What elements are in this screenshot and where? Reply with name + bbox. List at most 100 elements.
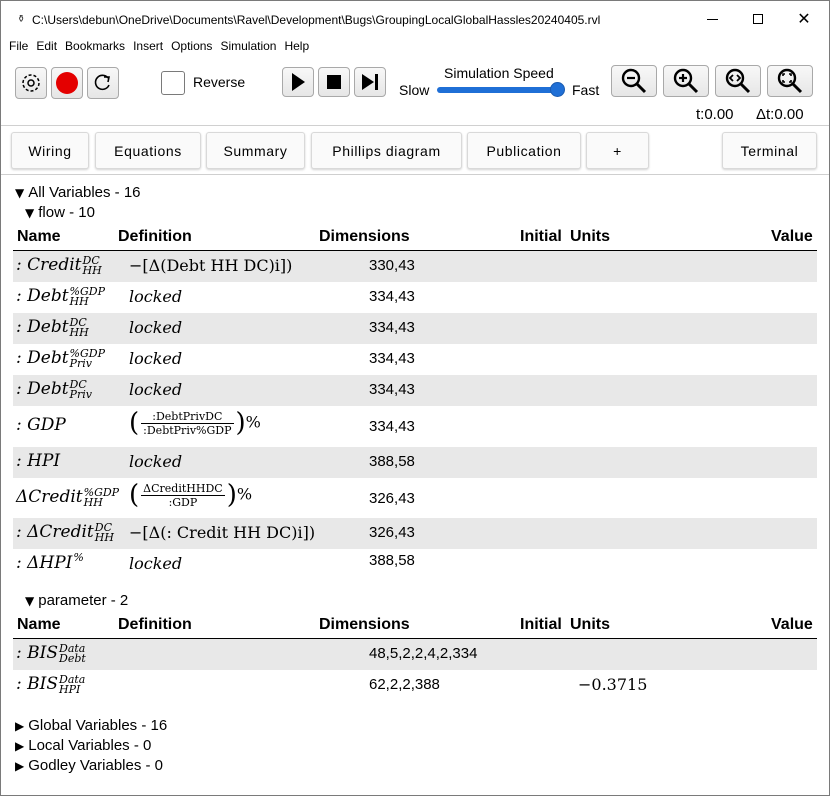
variable-name: : BIS Data HPI <box>16 672 86 696</box>
play-icon <box>292 73 305 91</box>
variable-dimensions: 326,43 <box>369 524 415 541</box>
tab-add[interactable]: + <box>586 132 649 169</box>
column-dimensions: Dimensions <box>319 616 410 633</box>
column-value: Value <box>771 228 813 245</box>
tree-all-variables[interactable]: ▼ All Variables - 16 <box>15 184 141 201</box>
zoom-in-button[interactable] <box>663 65 709 97</box>
tree-global-variables-label: Global Variables - 16 <box>28 717 168 734</box>
close-button[interactable]: ✕ <box>781 1 827 37</box>
zoom-reset-button[interactable] <box>715 65 761 97</box>
table-row[interactable]: : Debt %GDP HH locked 334,43 <box>13 282 817 313</box>
variable-definition: −[Δ(: Credit HH DC)i]) <box>129 523 316 542</box>
menu-simulation[interactable]: Simulation <box>220 37 276 55</box>
time-step-display: Δt:0.00 <box>756 106 804 123</box>
tab-terminal[interactable]: Terminal <box>722 132 817 169</box>
app-logo-icon: ⚱ <box>17 14 26 25</box>
tab-wiring[interactable]: Wiring <box>11 132 89 169</box>
minimize-button[interactable] <box>689 1 735 37</box>
tab-bar-divider <box>1 174 829 175</box>
tree-parameter[interactable]: ▼ parameter - 2 <box>25 592 128 609</box>
variable-definition: locked <box>129 318 183 337</box>
menu-file[interactable]: File <box>9 37 28 55</box>
title-bar: ⚱ C:\Users\debun\OneDrive\Documents\Rave… <box>1 1 829 37</box>
variable-name: : Debt DC HH <box>16 315 89 339</box>
stop-button[interactable] <box>318 67 350 97</box>
table-row[interactable]: : BIS Data Debt 48,5,2,2,4,2,334 <box>13 639 817 670</box>
menu-help[interactable]: Help <box>284 37 309 55</box>
table-row[interactable]: : Debt %GDP Priv locked 334,43 <box>13 344 817 375</box>
recentre-button[interactable] <box>15 67 47 99</box>
variable-definition: locked <box>129 380 183 399</box>
table-row[interactable]: : Credit DC HH −[Δ(Debt HH DC)i]) 330,43 <box>13 251 817 282</box>
step-button[interactable] <box>354 67 386 97</box>
speed-slider-handle[interactable] <box>550 82 565 97</box>
table-row[interactable]: : HPI locked 388,58 <box>13 447 817 478</box>
variable-name: : ΔHPI% <box>16 551 84 573</box>
table-row[interactable]: : Debt DC HH locked 334,43 <box>13 313 817 344</box>
reverse-checkbox[interactable] <box>161 71 185 95</box>
column-definition: Definition <box>118 616 192 633</box>
tree-parameter-label: parameter - 2 <box>38 592 129 609</box>
zoom-in-icon <box>673 68 699 94</box>
column-initial: Initial <box>520 228 562 245</box>
column-name: Name <box>17 616 61 633</box>
variable-name: : Debt %GDP Priv <box>16 346 106 370</box>
tab-summary[interactable]: Summary <box>206 132 305 169</box>
table-row[interactable]: : GDP (:DebtPrivDC:DebtPriv%GDP)% 334,43 <box>13 406 817 446</box>
window-title: C:\Users\debun\OneDrive\Documents\Ravel\… <box>32 13 601 27</box>
variable-dimensions: 62,2,2,388 <box>369 676 440 693</box>
minimize-icon <box>706 18 718 20</box>
menu-options[interactable]: Options <box>171 37 212 55</box>
variable-value: −0.3715 <box>578 675 648 694</box>
table-row[interactable]: : Debt DC Priv locked 334,43 <box>13 375 817 406</box>
fast-label: Fast <box>572 82 600 98</box>
tab-phillips-diagram[interactable]: Phillips diagram <box>311 132 462 169</box>
maximize-button[interactable] <box>735 1 781 37</box>
tree-global-variables[interactable]: ▶ Global Variables - 16 <box>15 717 167 734</box>
tab-equations[interactable]: Equations <box>95 132 201 169</box>
slow-label: Slow <box>399 82 430 98</box>
menu-insert[interactable]: Insert <box>133 37 163 55</box>
variable-name: : Credit DC HH <box>16 253 102 277</box>
tree-local-variables[interactable]: ▶ Local Variables - 0 <box>15 737 151 754</box>
column-value: Value <box>771 616 813 633</box>
close-icon: ✕ <box>797 9 811 28</box>
zoom-fit-button[interactable] <box>767 65 813 97</box>
variable-definition: (ΔCreditHHDC:GDP)% <box>129 480 253 510</box>
expanded-triangle-icon: ▼ <box>25 594 35 608</box>
column-definition: Definition <box>118 228 192 245</box>
zoom-reset-icon <box>725 68 751 94</box>
variable-definition: −[Δ(Debt HH DC)i]) <box>129 256 293 275</box>
column-initial: Initial <box>520 616 562 633</box>
expanded-triangle-icon: ▼ <box>25 206 35 220</box>
step-icon <box>362 74 378 90</box>
tree-flow[interactable]: ▼ flow - 10 <box>25 204 95 221</box>
variable-name: : Debt %GDP HH <box>16 284 106 308</box>
table-row[interactable]: : ΔCredit DC HH −[Δ(: Credit HH DC)i]) 326… <box>13 518 817 549</box>
table-row[interactable]: ΔCredit %GDP HH (ΔCreditHHDC:GDP)% 326,43 <box>13 478 817 518</box>
table-row[interactable]: : ΔHPI% locked 388,58 <box>13 549 817 580</box>
expanded-triangle-icon: ▼ <box>15 186 25 200</box>
record-button[interactable] <box>51 67 83 99</box>
menu-bar: File Edit Bookmarks Insert Options Simul… <box>1 37 309 55</box>
table-row[interactable]: : BIS Data HPI 62,2,2,388 −0.3715 <box>13 670 817 701</box>
variable-dimensions: 334,43 <box>369 288 415 305</box>
recentre-icon <box>22 74 40 92</box>
tree-godley-variables[interactable]: ▶ Godley Variables - 0 <box>15 757 163 774</box>
tab-publication[interactable]: Publication <box>467 132 581 169</box>
variable-definition: locked <box>129 349 183 368</box>
zoom-out-button[interactable] <box>611 65 657 97</box>
variable-name: : HPI <box>16 451 61 471</box>
collapsed-triangle-icon: ▶ <box>15 739 25 753</box>
menu-edit[interactable]: Edit <box>36 37 57 55</box>
variable-dimensions: 48,5,2,2,4,2,334 <box>369 645 478 662</box>
menu-bookmarks[interactable]: Bookmarks <box>65 37 125 55</box>
column-units: Units <box>570 228 610 245</box>
speed-slider[interactable] <box>437 87 563 93</box>
variable-dimensions: 334,43 <box>369 381 415 398</box>
run-button[interactable] <box>282 67 314 97</box>
variable-dimensions: 326,43 <box>369 490 415 507</box>
stop-icon <box>327 75 341 89</box>
recalculate-button[interactable] <box>87 67 119 99</box>
toolbar-divider <box>1 125 829 126</box>
